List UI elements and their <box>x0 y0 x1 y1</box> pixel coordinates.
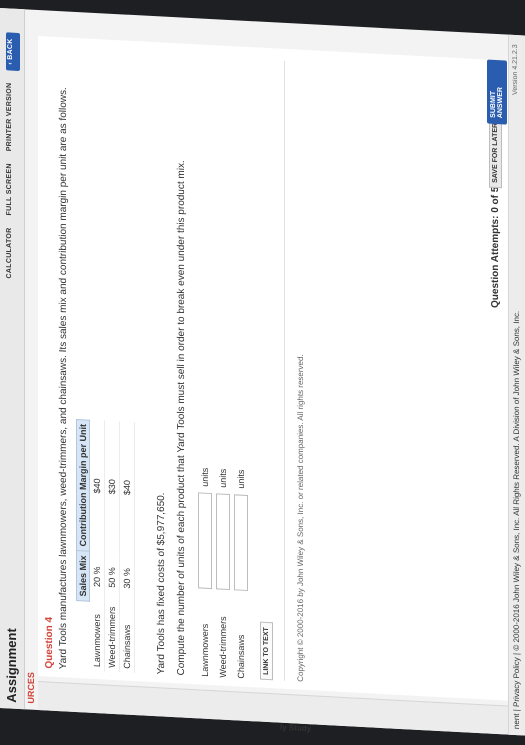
sales-mix-table: Sales Mix Contribution Margin per Unit L… <box>76 419 135 674</box>
question-heading: Question 4 <box>44 616 55 669</box>
back-button[interactable]: ‹ BACK <box>6 32 20 72</box>
table-cell: $30 <box>104 420 120 553</box>
divider <box>284 60 285 681</box>
table-row: Chainsaws 30 % $40 <box>119 421 135 674</box>
calculator-button[interactable]: CALCULATOR <box>6 227 20 279</box>
answer-row: Weed-trimmers units <box>214 468 232 678</box>
save-for-later-button[interactable]: SAVE FOR LATER <box>489 117 502 189</box>
table-cell: Chainsaws <box>119 602 135 674</box>
study-link[interactable]: ly Study <box>280 723 350 736</box>
resources-bar: URCES <box>24 9 38 710</box>
full-screen-button[interactable]: FULL SCREEN <box>6 163 20 216</box>
compute-instruction: Compute the number of units of each prod… <box>176 159 187 676</box>
submit-answer-button[interactable]: SUBMIT ANSWER <box>487 59 507 125</box>
table-cell: $40 <box>89 419 105 553</box>
table-row: Lawnmowers 20 % $40 <box>89 419 105 672</box>
weed-trimmers-units-input[interactable] <box>216 493 230 591</box>
footer: nent | Privacy Policy | © 2000-2016 John… <box>508 34 525 736</box>
lawnmowers-units-input[interactable] <box>198 492 212 590</box>
units-label: units <box>200 467 210 488</box>
title-bar: Assignment CALCULATOR FULL SCREEN PRINTE… <box>0 8 25 710</box>
printer-version-button[interactable]: PRINTER VERSION <box>6 82 20 151</box>
screen: Assignment CALCULATOR FULL SCREEN PRINTE… <box>0 8 525 736</box>
link-to-text-button[interactable]: LINK TO TEXT <box>260 621 273 681</box>
table-header: Contribution Margin per Unit <box>76 419 90 552</box>
chainsaws-units-input[interactable] <box>234 494 248 591</box>
table-header-row: Sales Mix Contribution Margin per Unit <box>76 419 90 671</box>
toolbar: CALCULATOR FULL SCREEN PRINTER VERSION ‹… <box>6 32 20 279</box>
table-cell: 50 % <box>104 552 120 603</box>
units-label: units <box>218 468 228 488</box>
photo-stage: Assignment CALCULATOR FULL SCREEN PRINTE… <box>0 8 525 736</box>
resources-label[interactable]: URCES <box>26 672 36 704</box>
question-panel: Question 4 Yard Tools manufactures lawnm… <box>38 35 508 701</box>
table-cell: $40 <box>119 421 135 554</box>
table-cell: 20 % <box>89 551 105 603</box>
table-cell: 30 % <box>119 552 135 604</box>
answer-row: Chainsaws units <box>232 469 250 679</box>
page-title: Assignment <box>4 627 19 703</box>
table-cell: Weed-trimmers <box>104 602 120 673</box>
fixed-costs-text: Yard Tools has fixed costs of $5,977,650… <box>156 492 167 675</box>
answer-label: Chainsaws <box>236 634 246 679</box>
units-label: units <box>236 469 246 489</box>
answer-label: Lawnmowers <box>200 623 210 678</box>
table-header <box>77 601 90 671</box>
answer-label: Weed-trimmers <box>218 616 228 678</box>
answer-row: Lawnmowers units <box>196 467 214 677</box>
footer-policy-text[interactable]: nent | Privacy Policy | © 2000-2016 John… <box>512 311 521 730</box>
copyright-text: Copyright © 2000-2016 by John Wiley & So… <box>296 354 305 682</box>
answer-section: Lawnmowers units Weed-trimmers units Cha… <box>196 467 250 679</box>
version-label: Version 4.21.2.3 <box>512 44 519 96</box>
table-cell: Lawnmowers <box>89 601 105 672</box>
question-intro: Yard Tools manufactures lawnmowers, weed… <box>58 86 69 670</box>
table-header: Sales Mix <box>76 550 90 602</box>
table-row: Weed-trimmers 50 % $30 <box>104 420 120 673</box>
